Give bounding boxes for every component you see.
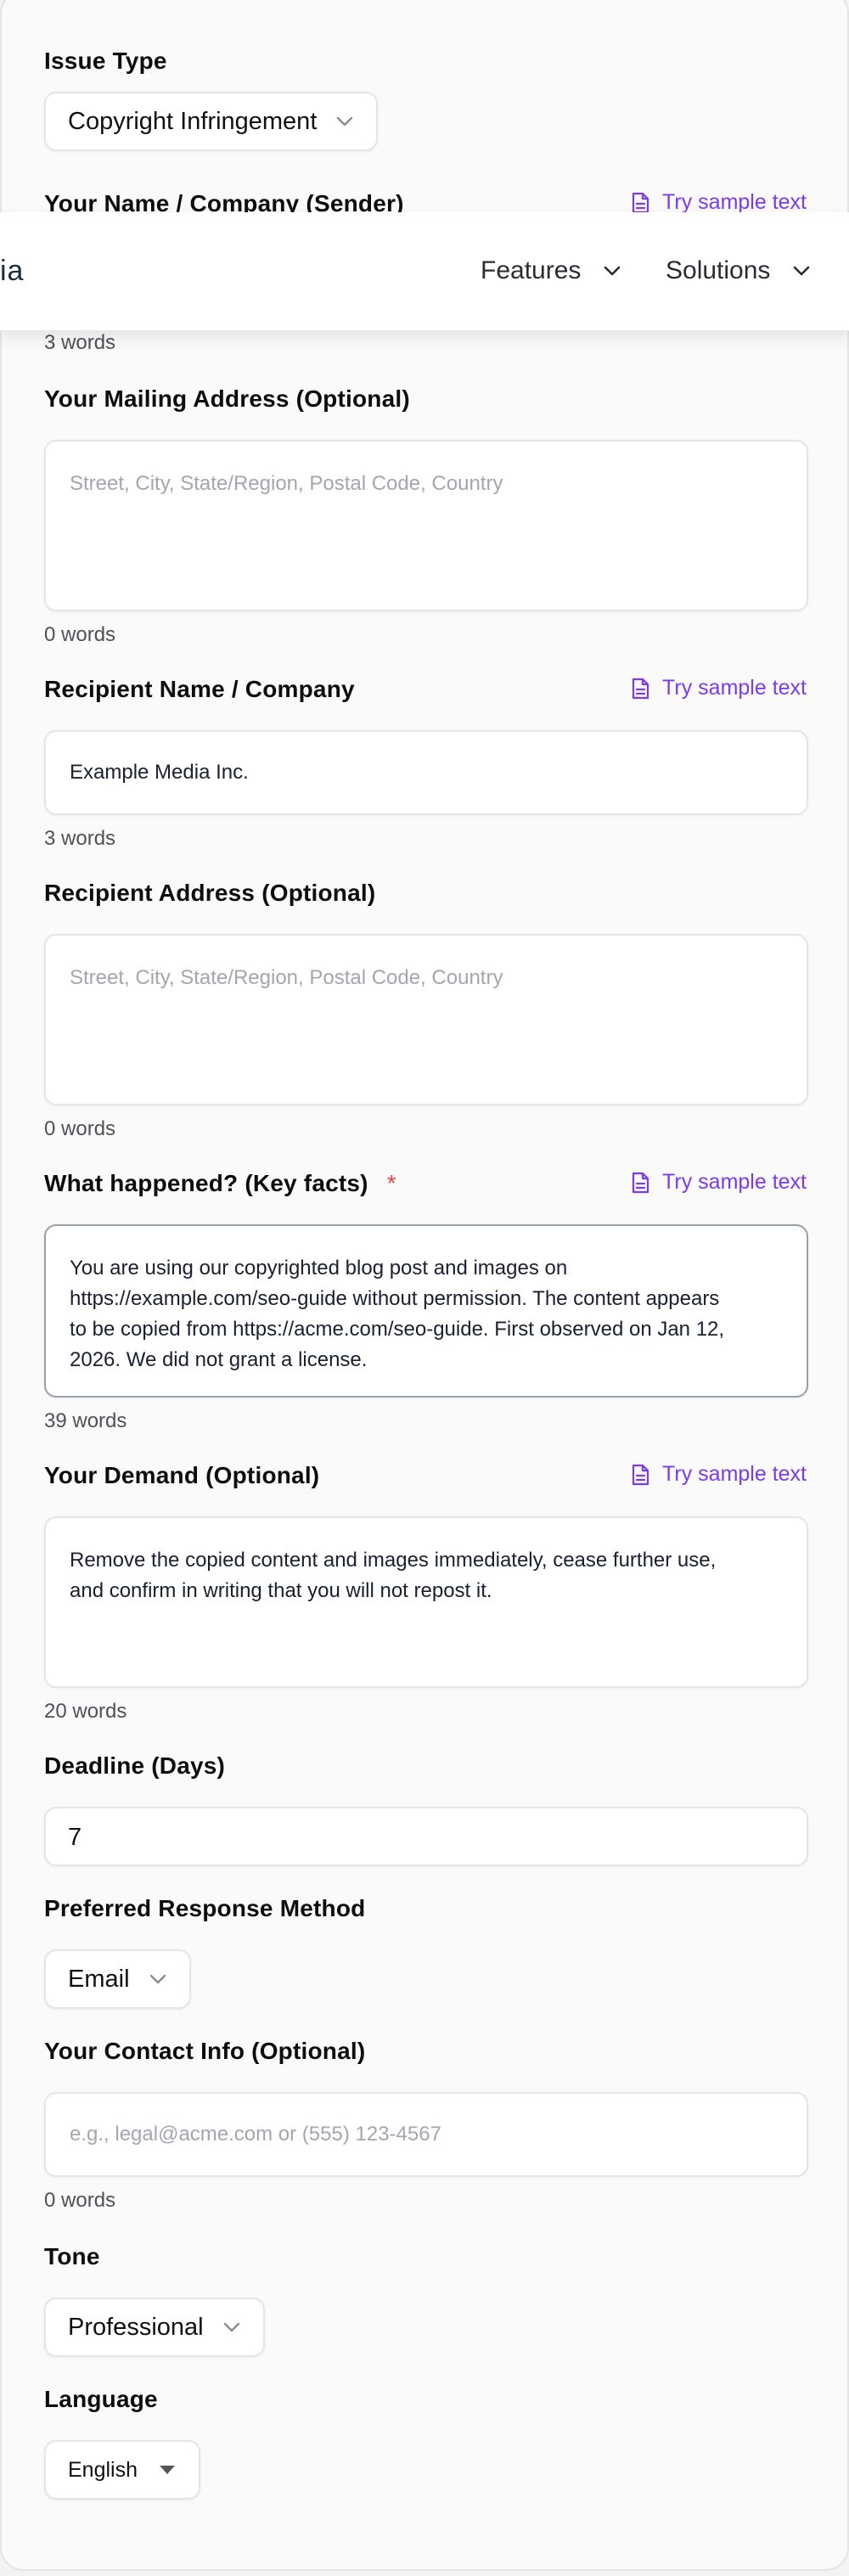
recipient-address-word-count: 0 words	[44, 1117, 116, 1140]
deadline-input[interactable]: 7	[44, 1807, 808, 1866]
document-icon	[632, 1172, 649, 1193]
language-value: English	[68, 2457, 138, 2482]
required-asterisk: *	[386, 1170, 396, 1196]
key-facts-line: 2026. We did not grant a license.	[70, 1348, 368, 1371]
recipient-name-value: Example Media Inc.	[70, 761, 249, 784]
deadline-label: Deadline (Days)	[44, 1752, 226, 1779]
contact-info-placeholder: e.g., legal@acme.com or (555) 123-4567	[70, 2123, 441, 2146]
logo[interactable]: ia	[0, 255, 24, 288]
tone-value: Professional	[68, 2313, 204, 2341]
nav-solutions-label: Solutions	[666, 256, 771, 284]
key-facts-word-count: 39 words	[44, 1409, 127, 1432]
mailing-address-label: Your Mailing Address (Optional)	[44, 385, 410, 412]
sender-word-count: 3 words	[44, 331, 116, 354]
deadline-value: 7	[68, 1824, 82, 1851]
key-facts-line: You are using our copyrighted blog post …	[70, 1257, 568, 1280]
sample-text-link: Try sample text	[662, 1462, 807, 1486]
key-facts-line: https://example.com/seo-guide without pe…	[70, 1287, 720, 1310]
mailing-address-word-count: 0 words	[44, 623, 116, 646]
demand-line: Remove the copied content and images imm…	[70, 1549, 717, 1572]
recipient-address-label: Recipient Address (Optional)	[44, 880, 376, 906]
contact-info-label: Your Contact Info (Optional)	[44, 2038, 366, 2064]
recipient-name-sample-button[interactable]: Try sample text	[630, 676, 807, 700]
key-facts-sample-button[interactable]: Try sample text	[630, 1170, 807, 1195]
response-method-value: Email	[68, 1965, 130, 1993]
sample-text-link: Try sample text	[662, 190, 807, 214]
tone-select[interactable]: Professional	[44, 2298, 265, 2357]
chevron-down-icon	[149, 1974, 166, 1984]
issue-type-value: Copyright Infringement	[68, 107, 318, 135]
key-facts-textarea[interactable]: You are using our copyrighted blog post …	[44, 1224, 808, 1398]
nav-features-label: Features	[481, 256, 582, 284]
contact-info-word-count: 0 words	[44, 2189, 116, 2212]
recipient-address-textarea[interactable]: Street, City, State/Region, Postal Code,…	[44, 934, 808, 1105]
demand-label: Your Demand (Optional)	[44, 1462, 320, 1488]
language-select[interactable]: English	[44, 2440, 200, 2500]
chevron-down-icon	[604, 266, 621, 276]
language-label: Language	[44, 2386, 158, 2412]
response-method-label: Preferred Response Method	[44, 1895, 366, 1921]
document-icon	[632, 192, 649, 213]
issue-type-label: Issue Type	[44, 48, 167, 74]
recipient-name-label: Recipient Name / Company	[44, 676, 355, 702]
issue-type-select[interactable]: Copyright Infringement	[44, 92, 379, 151]
key-facts-label-row: What happened? (Key facts) *	[44, 1170, 396, 1197]
sample-text-link: Try sample text	[662, 1170, 807, 1194]
key-facts-label: What happened? (Key facts)	[44, 1170, 368, 1196]
form-card: Issue Type Copyright Infringement Your N…	[0, 0, 849, 2571]
tone-label: Tone	[44, 2243, 100, 2269]
mailing-address-textarea[interactable]: Street, City, State/Region, Postal Code,…	[44, 440, 808, 611]
document-icon	[632, 1464, 649, 1485]
demand-word-count: 20 words	[44, 1700, 127, 1723]
recipient-name-word-count: 3 words	[44, 827, 116, 850]
top-navbar: ia Features Solutions	[0, 212, 849, 331]
caret-down-icon	[160, 2466, 175, 2474]
demand-textarea[interactable]: Remove the copied content and images imm…	[44, 1516, 808, 1688]
contact-info-input[interactable]: e.g., legal@acme.com or (555) 123-4567	[44, 2092, 808, 2177]
document-icon	[632, 678, 649, 699]
response-method-select[interactable]: Email	[44, 1949, 191, 2009]
sample-text-link: Try sample text	[662, 676, 807, 700]
mailing-address-placeholder: Street, City, State/Region, Postal Code,…	[70, 472, 503, 495]
key-facts-line: to be copied from https://acme.com/seo-g…	[70, 1318, 725, 1341]
chevron-down-icon	[223, 2322, 239, 2332]
demand-sample-button[interactable]: Try sample text	[630, 1462, 807, 1487]
chevron-down-icon	[794, 266, 810, 276]
nav-solutions[interactable]: Solutions	[666, 256, 811, 285]
nav-features[interactable]: Features	[481, 256, 621, 285]
sender-sample-button[interactable]: Try sample text	[630, 190, 807, 215]
recipient-name-input[interactable]: Example Media Inc.	[44, 730, 808, 815]
demand-line: and confirm in writing that you will not…	[70, 1579, 492, 1602]
chevron-down-icon	[337, 116, 353, 127]
recipient-address-placeholder: Street, City, State/Region, Postal Code,…	[70, 966, 503, 989]
